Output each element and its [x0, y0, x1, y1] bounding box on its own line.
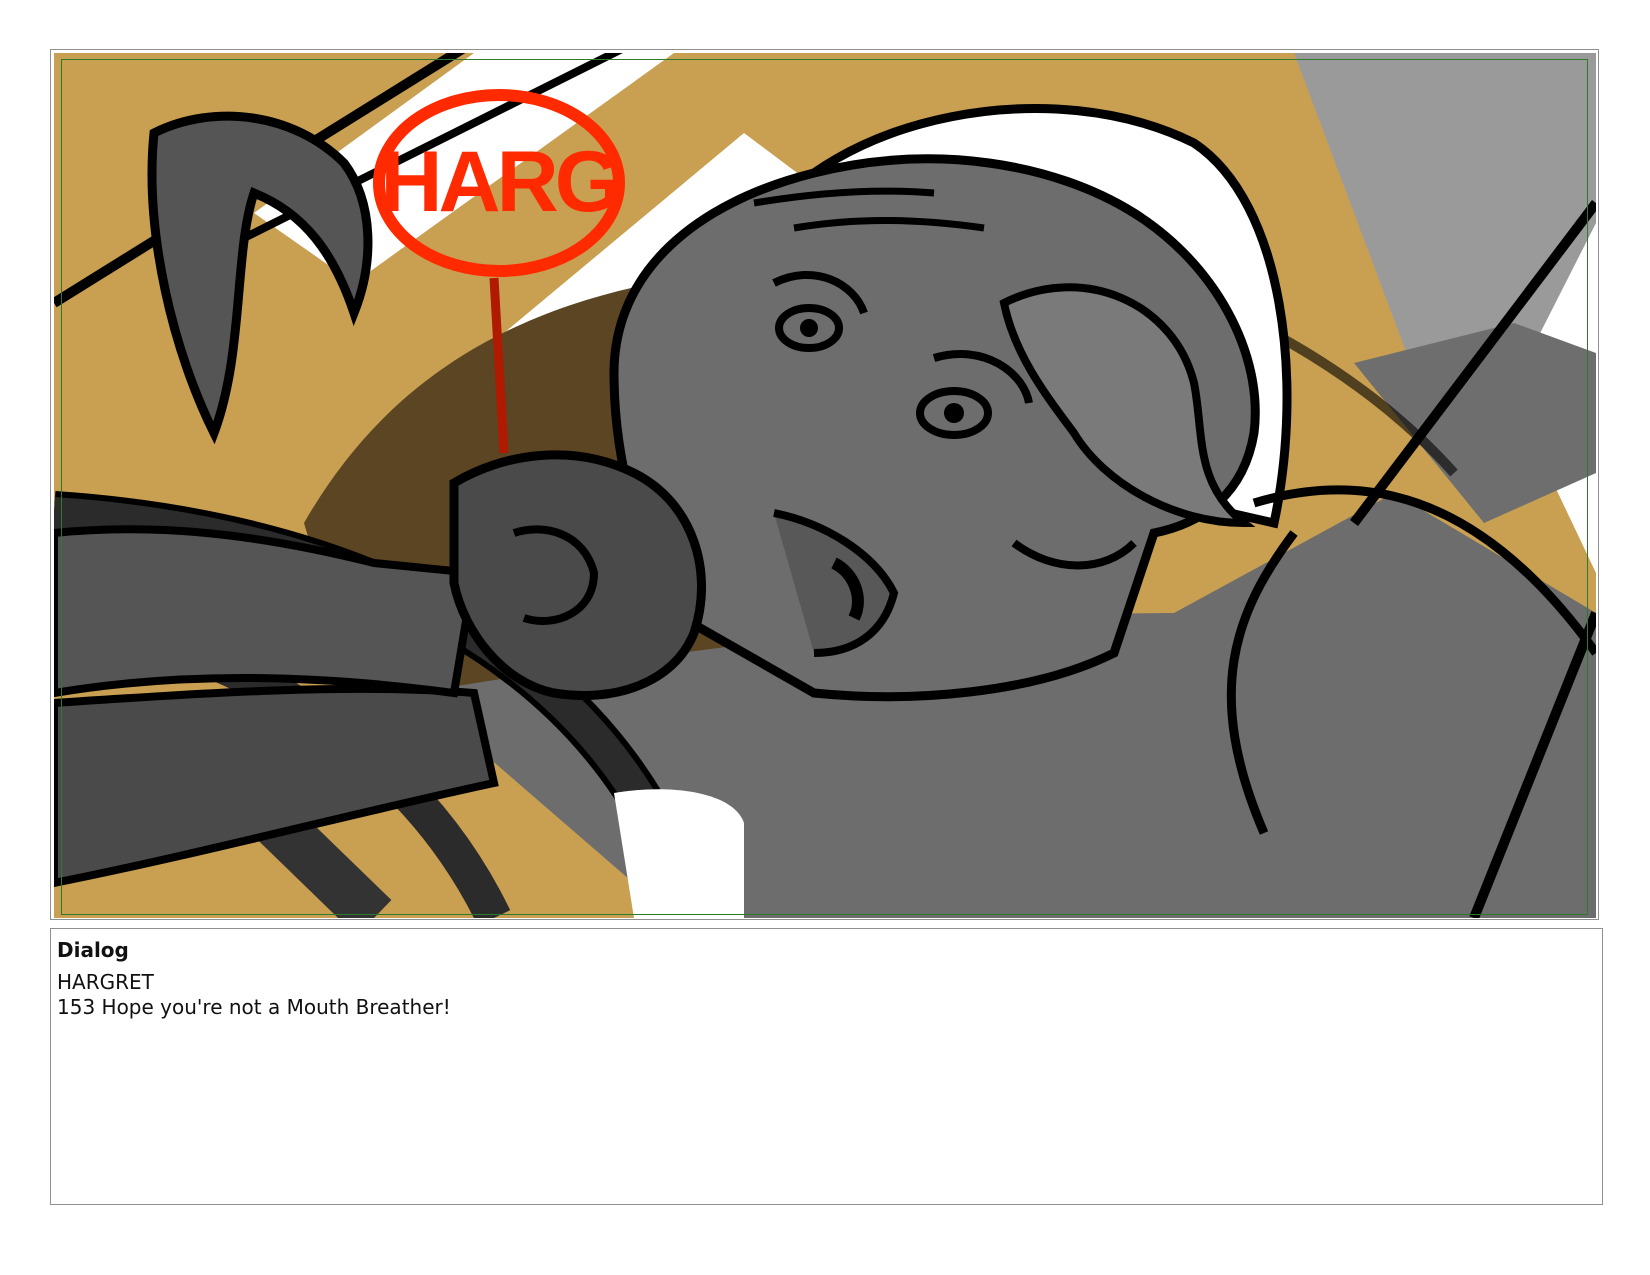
white-patch-bottom [614, 789, 744, 918]
storyboard-panel-artwork: HARG [54, 53, 1596, 918]
panel-illustration: HARG [54, 53, 1596, 918]
dialog-heading: Dialog [57, 938, 129, 962]
sfx-text: HARG [380, 134, 617, 230]
dialog-line: 153 Hope you're not a Mouth Breather! [57, 995, 451, 1019]
dialog-speaker: HARGRET [57, 970, 154, 994]
pupil-left [800, 319, 818, 337]
hand [449, 450, 706, 700]
dialog-box: Dialog HARGRET 153 Hope you're not a Mou… [50, 928, 1603, 1205]
pupil-right [944, 403, 964, 423]
